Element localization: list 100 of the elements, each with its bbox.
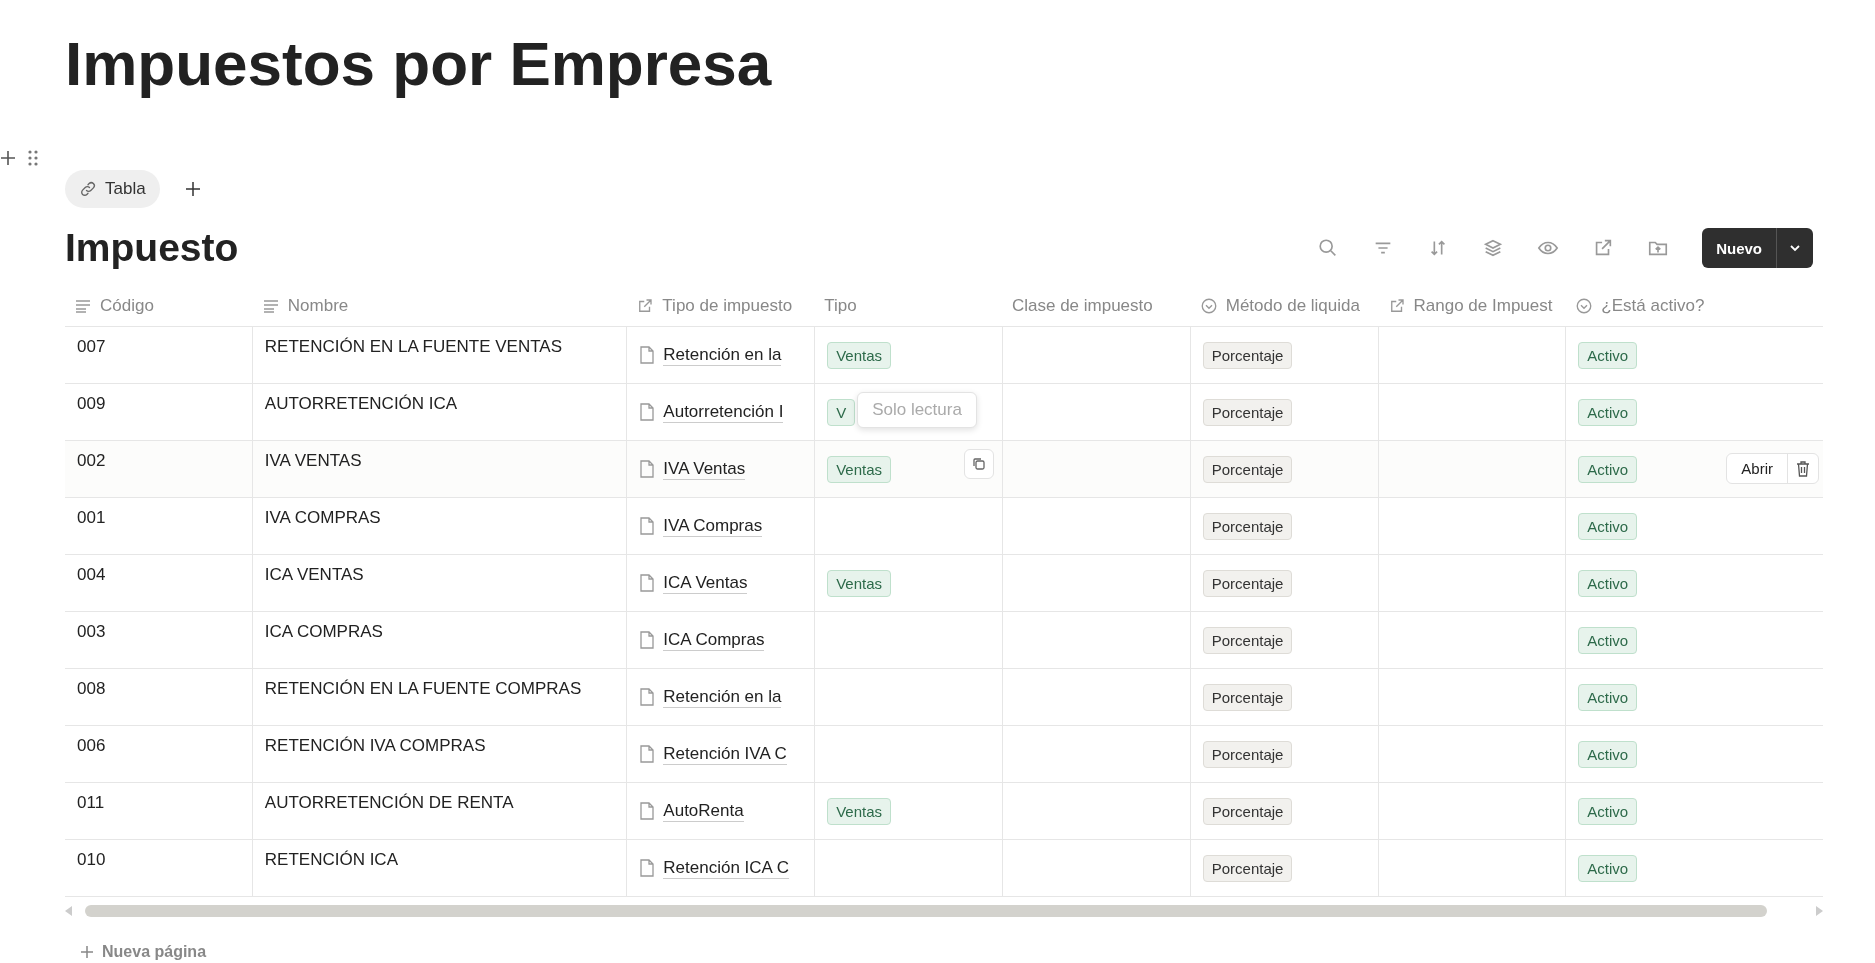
text-lines-icon: [261, 297, 280, 315]
view-tab[interactable]: Tabla: [65, 170, 160, 208]
scrollbar-thumb[interactable]: [85, 905, 1767, 917]
code-text: 003: [77, 622, 106, 642]
name-text: IVA COMPRAS: [264, 508, 381, 528]
table-row[interactable]: 006 RETENCIÓN IVA COMPRAS Retención IVA C Porcentaje Activo: [65, 726, 1823, 783]
code-text: 008: [77, 679, 106, 699]
trash-icon: [1796, 460, 1811, 477]
table-row[interactable]: 008 RETENCIÓN EN LA FUENTE COMPRAS Retención en la Porcentaje Activo: [65, 669, 1823, 726]
column-label: Nombre: [287, 296, 349, 316]
status-tag: Activo: [1578, 626, 1638, 654]
name-text: RETENCIÓN EN LA FUENTE COMPRAS: [264, 679, 582, 699]
code-text: 001: [77, 508, 106, 528]
relation-link[interactable]: Retención en la: [663, 344, 782, 366]
code-text: 004: [77, 565, 106, 585]
status-tag: Activo: [1578, 854, 1638, 882]
add-view-icon[interactable]: [185, 182, 200, 196]
page-icon: [639, 346, 656, 364]
relation-link[interactable]: IVA Compras: [663, 515, 763, 537]
table-row[interactable]: 004 ICA VENTAS ICA Ventas Ventas Porcentaje Activo: [65, 555, 1823, 612]
type-tag: Ventas: [827, 569, 891, 597]
column-header[interactable]: ¿Está activo?: [1566, 286, 1823, 326]
code-text: 002: [77, 451, 106, 471]
column-header[interactable]: Nombre: [252, 286, 628, 326]
status-tag: Activo: [1578, 512, 1638, 540]
external-link-icon: [636, 297, 655, 315]
name-text: AUTORRETENCIÓN ICA: [264, 394, 458, 414]
tooltip: Solo lectura: [857, 392, 977, 428]
name-text: AUTORRETENCIÓN DE RENTA: [264, 793, 514, 813]
method-tag: Porcentaje: [1202, 569, 1293, 597]
caret-icon: [1789, 242, 1801, 254]
column-label: Código: [100, 296, 154, 316]
method-tag: Porcentaje: [1202, 398, 1293, 426]
code-text: 009: [77, 394, 106, 414]
method-tag: Porcentaje: [1202, 512, 1293, 540]
method-tag: Porcentaje: [1202, 455, 1293, 483]
column-label: Método de liquida: [1225, 296, 1360, 316]
name-text: ICA VENTAS: [264, 565, 364, 585]
type-tag: V: [827, 398, 856, 426]
add-block-icon[interactable]: [0, 150, 16, 166]
relation-link[interactable]: AutoRenta: [663, 800, 744, 822]
scroll-left-icon[interactable]: [65, 906, 73, 916]
column-header[interactable]: Tipo de impuesto: [627, 286, 816, 326]
table-row[interactable]: 002 IVA VENTAS IVA Ventas Ventas Porcentaje Activo Abrir: [65, 441, 1823, 498]
name-text: RETENCIÓN ICA: [264, 850, 398, 870]
chevron-circle-icon: [1575, 297, 1594, 315]
column-header[interactable]: Rango de Impuest: [1378, 286, 1567, 326]
code-text: 011: [77, 793, 105, 813]
code-text: 006: [77, 736, 106, 756]
text-lines-icon: [74, 297, 92, 315]
chevron-circle-icon: [1199, 297, 1218, 315]
relation-link[interactable]: ICA Ventas: [663, 572, 748, 594]
column-header[interactable]: Tipo: [815, 286, 1003, 326]
type-tag: Ventas: [827, 341, 891, 369]
link-icon: [79, 180, 97, 198]
scroll-right-icon[interactable]: [1815, 906, 1823, 916]
page-icon: [639, 403, 656, 421]
type-tag: Ventas: [827, 455, 891, 483]
method-tag: Porcentaje: [1202, 797, 1293, 825]
column-header[interactable]: Clase de impuesto: [1002, 286, 1191, 326]
method-tag: Porcentaje: [1202, 341, 1293, 369]
name-text: IVA VENTAS: [264, 451, 362, 471]
column-header[interactable]: Código: [65, 286, 253, 326]
method-tag: Porcentaje: [1202, 626, 1293, 654]
code-text: 007: [77, 337, 106, 357]
status-tag: Activo: [1578, 398, 1638, 426]
layers-icon[interactable]: [1482, 237, 1505, 259]
copy-button[interactable]: [963, 449, 994, 479]
table-row[interactable]: 003 ICA COMPRAS ICA Compras Porcentaje Activo: [65, 612, 1823, 669]
plus-icon: [80, 945, 94, 959]
name-text: RETENCIÓN EN LA FUENTE VENTAS: [264, 337, 563, 357]
relation-link[interactable]: Retención en la: [663, 686, 782, 708]
column-label: Tipo: [824, 296, 857, 316]
page-icon: [639, 460, 656, 478]
column-header[interactable]: Método de liquida: [1190, 286, 1379, 326]
drag-handle-icon[interactable]: [28, 150, 38, 166]
type-tag: Ventas: [827, 797, 891, 825]
relation-link[interactable]: Autorretención I: [663, 401, 784, 423]
relation-link[interactable]: Retención ICA C: [663, 857, 790, 879]
status-tag: Activo: [1578, 569, 1638, 597]
new-page-button[interactable]: Nueva página: [80, 943, 207, 961]
status-tag: Activo: [1578, 455, 1638, 483]
page-icon: [639, 859, 656, 877]
relation-link[interactable]: Retención IVA C: [663, 743, 787, 765]
column-label: Tipo de impuesto: [662, 296, 793, 316]
table-row[interactable]: 010 RETENCIÓN ICA Retención ICA C Porcentaje Activo: [65, 840, 1823, 897]
database-title: Impuesto: [65, 226, 239, 270]
page-icon: [639, 688, 656, 706]
name-text: RETENCIÓN IVA COMPRAS: [264, 736, 486, 756]
page-icon: [639, 745, 656, 763]
status-tag: Activo: [1578, 740, 1638, 768]
table-row[interactable]: 011 AUTORRETENCIÓN DE RENTA AutoRenta Ventas Porcentaje Activo: [65, 783, 1823, 840]
relation-link[interactable]: IVA Ventas: [663, 458, 746, 480]
relation-link[interactable]: ICA Compras: [663, 629, 765, 651]
page-icon: [639, 802, 656, 820]
table-row[interactable]: 007 RETENCIÓN EN LA FUENTE VENTAS Retención en la Ventas Porcentaje Activo: [65, 327, 1823, 384]
status-tag: Activo: [1578, 683, 1638, 711]
page-icon: [639, 574, 656, 592]
column-label: ¿Está activo?: [1601, 296, 1705, 316]
table-row[interactable]: 001 IVA COMPRAS IVA Compras Porcentaje Activo: [65, 498, 1823, 555]
